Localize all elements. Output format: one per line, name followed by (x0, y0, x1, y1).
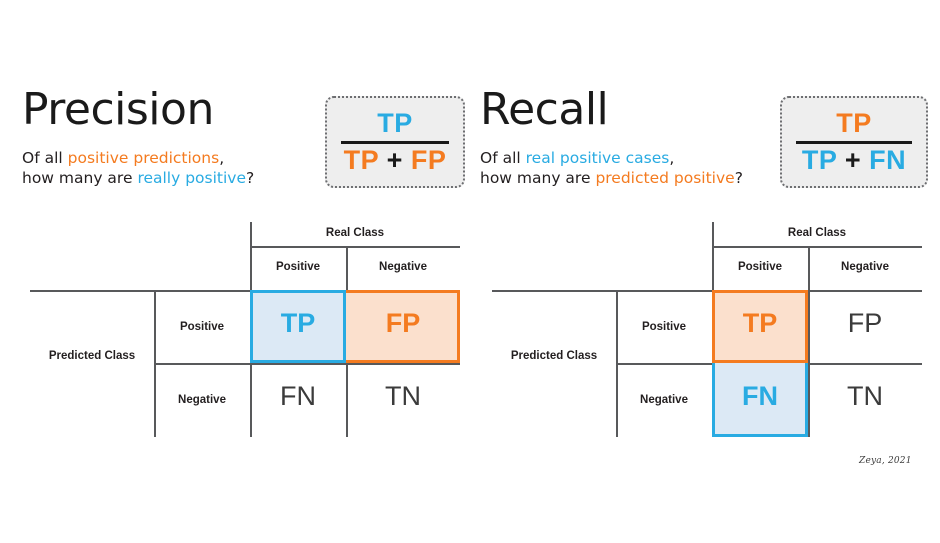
recall-row-header-positive: Positive (641, 321, 687, 333)
precision-cell-tp: TP (280, 308, 316, 338)
recall-question-line-2: how many are predicted positive? (480, 168, 743, 188)
recall-formula-card: TP TP + FN (780, 96, 928, 188)
precision-real-class-label: Real Class (325, 227, 385, 239)
recall-col-header-positive: Positive (737, 261, 783, 273)
precision-col-header-negative: Negative (379, 261, 427, 273)
recall-question-line-1: Of all real positive cases, (480, 148, 743, 168)
precision-grid-h-row-split (154, 363, 460, 365)
recall-den-right: FN (869, 145, 907, 175)
precision-formula-denominator: TP + FP (343, 145, 447, 175)
recall-title: Recall (480, 84, 609, 135)
precision-q2-highlight: really positive (137, 169, 247, 188)
recall-q2-prefix: how many are (480, 169, 596, 188)
precision-fraction-bar (341, 141, 449, 144)
precision-row-header-negative: Negative (178, 394, 226, 406)
recall-grid-h-header (492, 290, 922, 292)
recall-q1-highlight: real positive cases (525, 149, 670, 167)
credit-signature: Zeya, 2021 (859, 456, 912, 466)
recall-formula-denominator: TP + FN (801, 145, 907, 175)
recall-question: Of all real positive cases, how many are… (480, 148, 743, 189)
recall-cell-fn: FN (742, 381, 778, 411)
precision-q1-highlight: positive predictions (67, 149, 220, 167)
precision-den-operator: + (378, 145, 411, 175)
recall-cell-tn: TN (847, 381, 883, 411)
recall-q2-highlight: predicted positive (595, 169, 735, 188)
recall-row-header-negative: Negative (640, 394, 688, 406)
recall-q1-suffix: , (669, 149, 675, 167)
recall-fraction-bar (796, 141, 912, 144)
precision-col-header-positive: Positive (275, 261, 321, 273)
recall-formula-numerator: TP (836, 107, 872, 138)
precision-q2-suffix: ? (246, 169, 255, 188)
precision-matrix: Real Class Positive Negative Predicted C… (30, 222, 460, 437)
precision-grid-h-real-class (250, 246, 460, 248)
precision-cell-fp: FP (385, 308, 421, 338)
precision-row-header-positive: Positive (179, 321, 225, 333)
precision-den-right: FP (410, 145, 447, 175)
recall-grid-h-real-class (712, 246, 922, 248)
precision-den-left: TP (343, 145, 379, 175)
precision-predicted-class-label: Predicted Class (48, 350, 136, 362)
recall-q1-prefix: Of all (480, 149, 526, 167)
recall-den-operator: + (836, 145, 870, 175)
precision-q1-prefix: Of all (22, 149, 68, 167)
recall-cell-fp: FP (847, 308, 883, 338)
precision-q1-suffix: , (219, 149, 225, 167)
precision-formula-numerator: TP (377, 107, 413, 138)
precision-title: Precision (22, 84, 214, 135)
precision-question: Of all positive predictions, how many ar… (22, 148, 254, 189)
precision-cell-tn: TN (385, 381, 421, 411)
precision-cell-fn: FN (280, 381, 316, 411)
precision-formula-card: TP TP + FP (325, 96, 465, 188)
precision-q2-prefix: how many are (22, 169, 138, 188)
recall-real-class-label: Real Class (787, 227, 847, 239)
recall-matrix: Real Class Positive Negative Predicted C… (492, 222, 922, 437)
precision-question-line-1: Of all positive predictions, (22, 148, 254, 168)
recall-col-header-negative: Negative (841, 261, 889, 273)
recall-predicted-class-label: Predicted Class (510, 350, 598, 362)
recall-cell-tp: TP (742, 308, 778, 338)
precision-question-line-2: how many are really positive? (22, 168, 254, 188)
recall-q2-suffix: ? (734, 169, 743, 188)
recall-den-left: TP (801, 145, 837, 175)
